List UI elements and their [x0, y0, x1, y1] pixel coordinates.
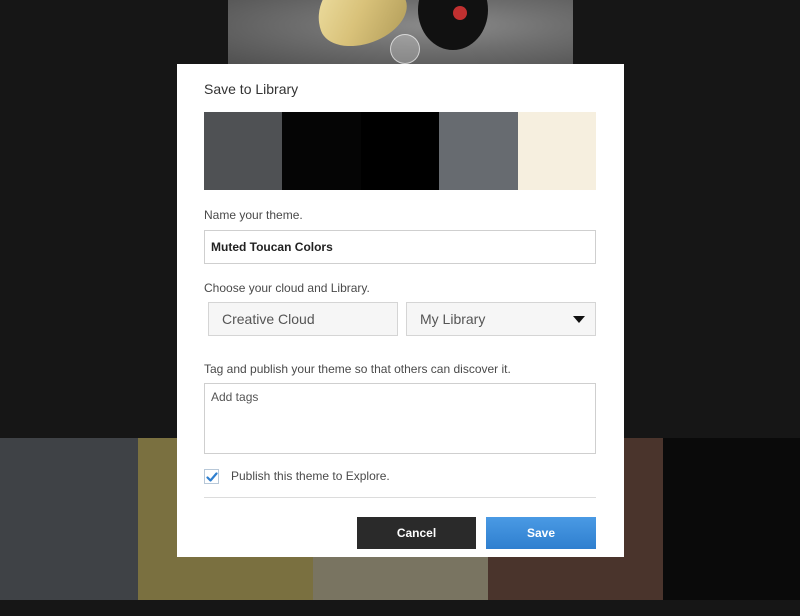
- publish-checkbox[interactable]: [204, 468, 219, 484]
- palette-swatch-2: [282, 112, 361, 190]
- palette-swatch-4: [439, 112, 518, 190]
- save-button[interactable]: Save: [486, 517, 596, 549]
- theme-name-label: Name your theme.: [204, 208, 303, 222]
- divider: [204, 497, 596, 498]
- save-to-library-dialog: Save to Library Name your theme. Choose …: [177, 64, 624, 557]
- tags-input[interactable]: Add tags: [204, 383, 596, 454]
- checkmark-icon: [206, 471, 218, 482]
- page-footer-strip: [0, 600, 800, 616]
- color-picker-handle[interactable]: [390, 34, 420, 64]
- bg-swatch-5: [663, 438, 800, 600]
- tags-placeholder: Add tags: [211, 390, 259, 404]
- cloud-library-label: Choose your cloud and Library.: [204, 281, 370, 295]
- publish-label: Publish this theme to Explore.: [231, 469, 390, 483]
- palette-swatch-5: [517, 112, 597, 190]
- palette-swatch-1: [204, 112, 283, 190]
- cancel-button[interactable]: Cancel: [357, 517, 476, 549]
- toucan-head: [418, 0, 488, 50]
- toucan-eye: [453, 6, 467, 20]
- cloud-field[interactable]: Creative Cloud: [208, 302, 398, 336]
- publish-row: Publish this theme to Explore.: [204, 467, 390, 485]
- source-photo: [228, 0, 573, 64]
- palette-swatch-3: [360, 112, 440, 190]
- dialog-title: Save to Library: [204, 81, 299, 97]
- chevron-down-icon: [573, 316, 585, 323]
- tags-label: Tag and publish your theme so that other…: [204, 362, 511, 376]
- library-dropdown[interactable]: My Library: [406, 302, 596, 336]
- library-dropdown-value: My Library: [420, 311, 486, 327]
- theme-name-input[interactable]: [204, 230, 596, 264]
- theme-palette: [204, 112, 597, 190]
- bg-swatch-1: [0, 438, 138, 600]
